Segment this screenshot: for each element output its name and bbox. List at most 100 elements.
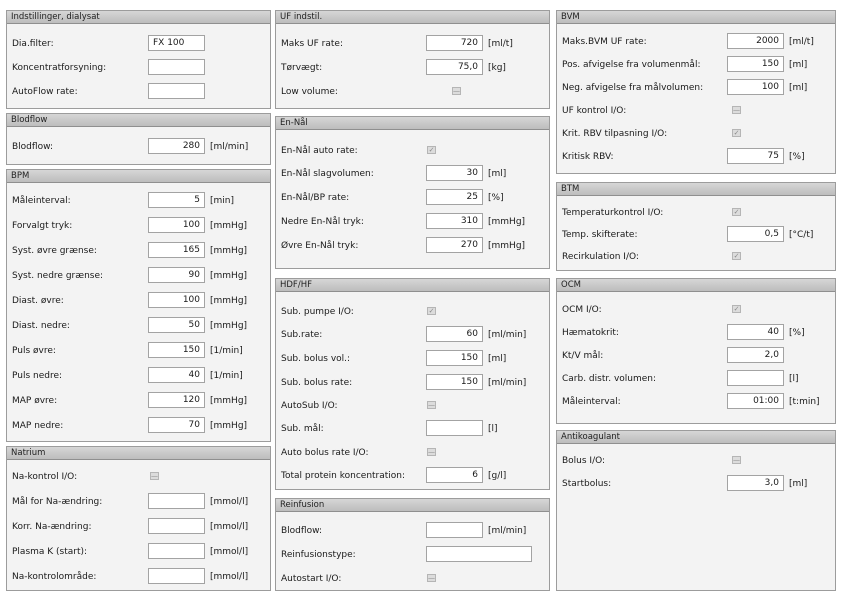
temperaturkontrol-row: Temperaturkontrol I/O: ✓ [557,203,835,223]
bolus-io-label: Bolus I/O: [562,456,606,466]
en-nal-field[interactable]: 25 [426,189,483,205]
natrium-field[interactable] [148,518,205,534]
carb-distr-unit: [l] [789,374,799,384]
torvaegt-field[interactable]: 75,0 [426,59,483,75]
panel-indstillinger-dialysat: Indstillinger, dialysat Dia.filter: FX 1… [6,10,271,109]
autoflow-field[interactable] [148,83,205,99]
sub-pumpe-checkbox[interactable]: ✓ [427,307,436,315]
panel-bpm: BPM Måleinterval: 5 [min] Forvalgt tryk:… [6,169,271,442]
en-nal-unit: [mmHg] [488,217,526,227]
bpm-field[interactable]: 70 [148,417,205,433]
maks-uf-field[interactable]: 720 [426,35,483,51]
bolus-io-checkbox[interactable]: — [732,456,741,464]
natrium-field[interactable] [148,568,205,584]
sub-bolus-rate-row: Sub. bolus rate: 150 [ml/min] [276,373,549,393]
low-volume-checkbox[interactable]: — [452,87,461,95]
maks-uf-unit: [ml/t] [488,39,513,49]
blodflow-unit: [ml/min] [210,142,249,152]
ocm-io-checkbox[interactable]: ✓ [732,305,741,313]
autoflow-label: AutoFlow rate: [12,87,78,97]
bpm-row: MAP øvre: 120 [mmHg] [7,391,270,411]
en-nal-row: Nedre En-Nål tryk: 310 [mmHg] [276,212,549,232]
bpm-row: Diast. nedre: 50 [mmHg] [7,316,270,336]
natrium-label: Korr. Na-ændring: [12,522,92,532]
bpm-field[interactable]: 50 [148,317,205,333]
sub-bolus-vol-field[interactable]: 150 [426,350,483,366]
bpm-field[interactable]: 150 [148,342,205,358]
bpm-field[interactable]: 100 [148,292,205,308]
en-nal-field[interactable]: 270 [426,237,483,253]
na-kontrol-row: Na-kontrol I/O: — [7,467,270,487]
panel-title: UF indstil. [276,11,549,24]
bpm-field[interactable]: 165 [148,242,205,258]
bpm-label: Forvalgt tryk: [12,221,73,231]
recirkulation-checkbox[interactable]: ✓ [732,252,741,260]
sub-maal-field[interactable] [426,420,483,436]
bolus-io-row: Bolus I/O: — [557,451,835,471]
temp-skifterate-field[interactable]: 0,5 [727,226,784,242]
startbolus-field[interactable]: 3,0 [727,475,784,491]
ktv-label: Kt/V mål: [562,351,604,361]
reinfusion-blodflow-row: Blodflow: [ml/min] [276,521,549,541]
en-nal-auto-row: En-Nål auto rate: ✓ [276,141,549,161]
bpm-field[interactable]: 40 [148,367,205,383]
autostart-checkbox[interactable]: — [427,574,436,582]
bpm-label: Puls nedre: [12,371,63,381]
carb-distr-field[interactable] [727,370,784,386]
natrium-unit: [mmol/l] [210,547,249,557]
bvm-field[interactable]: 2000 [727,33,784,49]
bvm-field[interactable]: 100 [727,79,784,95]
bpm-field[interactable]: 100 [148,217,205,233]
autosub-row: AutoSub I/O: — [276,396,549,416]
koncentratforsyning-field[interactable] [148,59,205,75]
en-nal-field[interactable]: 30 [426,165,483,181]
natrium-field[interactable] [148,543,205,559]
autosub-checkbox[interactable]: — [427,401,436,409]
en-nal-unit: [ml] [488,169,507,179]
uf-kontrol-checkbox[interactable]: — [732,106,741,114]
ocm-maaleinterval-row: Måleinterval: 01:00 [t:min] [557,392,835,412]
autostart-row: Autostart I/O: — [276,569,549,589]
natrium-field[interactable] [148,493,205,509]
ocm-maaleinterval-label: Måleinterval: [562,397,621,407]
bvm-field[interactable]: 150 [727,56,784,72]
bpm-unit: [1/min] [210,346,243,356]
krit-rbv-tilpasning-checkbox[interactable]: ✓ [732,129,741,137]
reinfusionstype-field[interactable] [426,546,532,562]
kritisk-rbv-field[interactable]: 75 [727,148,784,164]
bvm-unit: [ml] [789,83,808,93]
sub-bolus-vol-unit: [ml] [488,354,507,364]
torvaegt-row: Tørvægt: 75,0 [kg] [276,58,549,78]
panel-title: Natrium [7,447,270,460]
ktv-field[interactable]: 2,0 [727,347,784,363]
bpm-field[interactable]: 90 [148,267,205,283]
ocm-maaleinterval-field[interactable]: 01:00 [727,393,784,409]
na-kontrol-checkbox[interactable]: — [150,472,159,480]
en-nal-field[interactable]: 310 [426,213,483,229]
total-protein-field[interactable]: 6 [426,467,483,483]
auto-bolus-checkbox[interactable]: — [427,448,436,456]
kritisk-rbv-label: Kritisk RBV: [562,152,614,162]
sub-rate-label: Sub.rate: [281,330,323,340]
bpm-field[interactable]: 120 [148,392,205,408]
recirkulation-row: Recirkulation I/O: ✓ [557,247,835,267]
temperaturkontrol-checkbox[interactable]: ✓ [732,208,741,216]
panel-uf-indstil: UF indstil. Maks UF rate: 720 [ml/t] Tør… [275,10,550,109]
haematokrit-field[interactable]: 40 [727,324,784,340]
panel-reinfusion: Reinfusion Blodflow: [ml/min] Reinfusion… [275,498,550,591]
total-protein-row: Total protein koncentration: 6 [g/l] [276,466,549,486]
sub-rate-field[interactable]: 60 [426,326,483,342]
blodflow-field[interactable]: 280 [148,138,205,154]
sub-pumpe-row: Sub. pumpe I/O: ✓ [276,302,549,322]
dia-filter-field[interactable]: FX 100 [148,35,205,51]
bpm-unit: [min] [210,196,234,206]
en-nal-auto-checkbox[interactable]: ✓ [427,146,436,154]
sub-bolus-rate-field[interactable]: 150 [426,374,483,390]
natrium-label: Plasma K (start): [12,547,88,557]
reinfusion-blodflow-field[interactable] [426,522,483,538]
kritisk-rbv-unit: [%] [789,152,805,162]
bpm-field[interactable]: 5 [148,192,205,208]
autostart-label: Autostart I/O: [281,574,342,584]
auto-bolus-row: Auto bolus rate I/O: — [276,443,549,463]
panel-natrium: Natrium Na-kontrol I/O: — Mål for Na-ænd… [6,446,271,591]
